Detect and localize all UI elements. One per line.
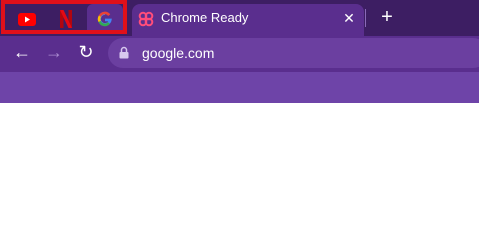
pinned-tabs-highlight (1, 0, 127, 34)
tab-title: Chrome Ready (161, 10, 249, 25)
lock-icon (119, 46, 129, 59)
reload-button[interactable]: ↻ (75, 41, 97, 63)
tab-separator (365, 9, 366, 27)
chrome-ready-icon (138, 11, 154, 27)
url-text: google.com (142, 45, 215, 61)
tab-strip: Chrome Ready ✕ + (0, 0, 479, 36)
new-tab-button[interactable]: + (376, 6, 398, 28)
close-icon[interactable]: ✕ (340, 9, 358, 27)
browser-chrome: Chrome Ready ✕ + ← → ↻ google.com (0, 0, 479, 103)
page-content (0, 103, 479, 240)
bookmarks-bar (0, 72, 479, 103)
forward-button[interactable]: → (43, 41, 65, 63)
back-button[interactable]: ← (11, 41, 33, 63)
address-bar[interactable]: google.com (108, 38, 479, 68)
tab-chrome-ready[interactable]: Chrome Ready ✕ (132, 4, 364, 36)
